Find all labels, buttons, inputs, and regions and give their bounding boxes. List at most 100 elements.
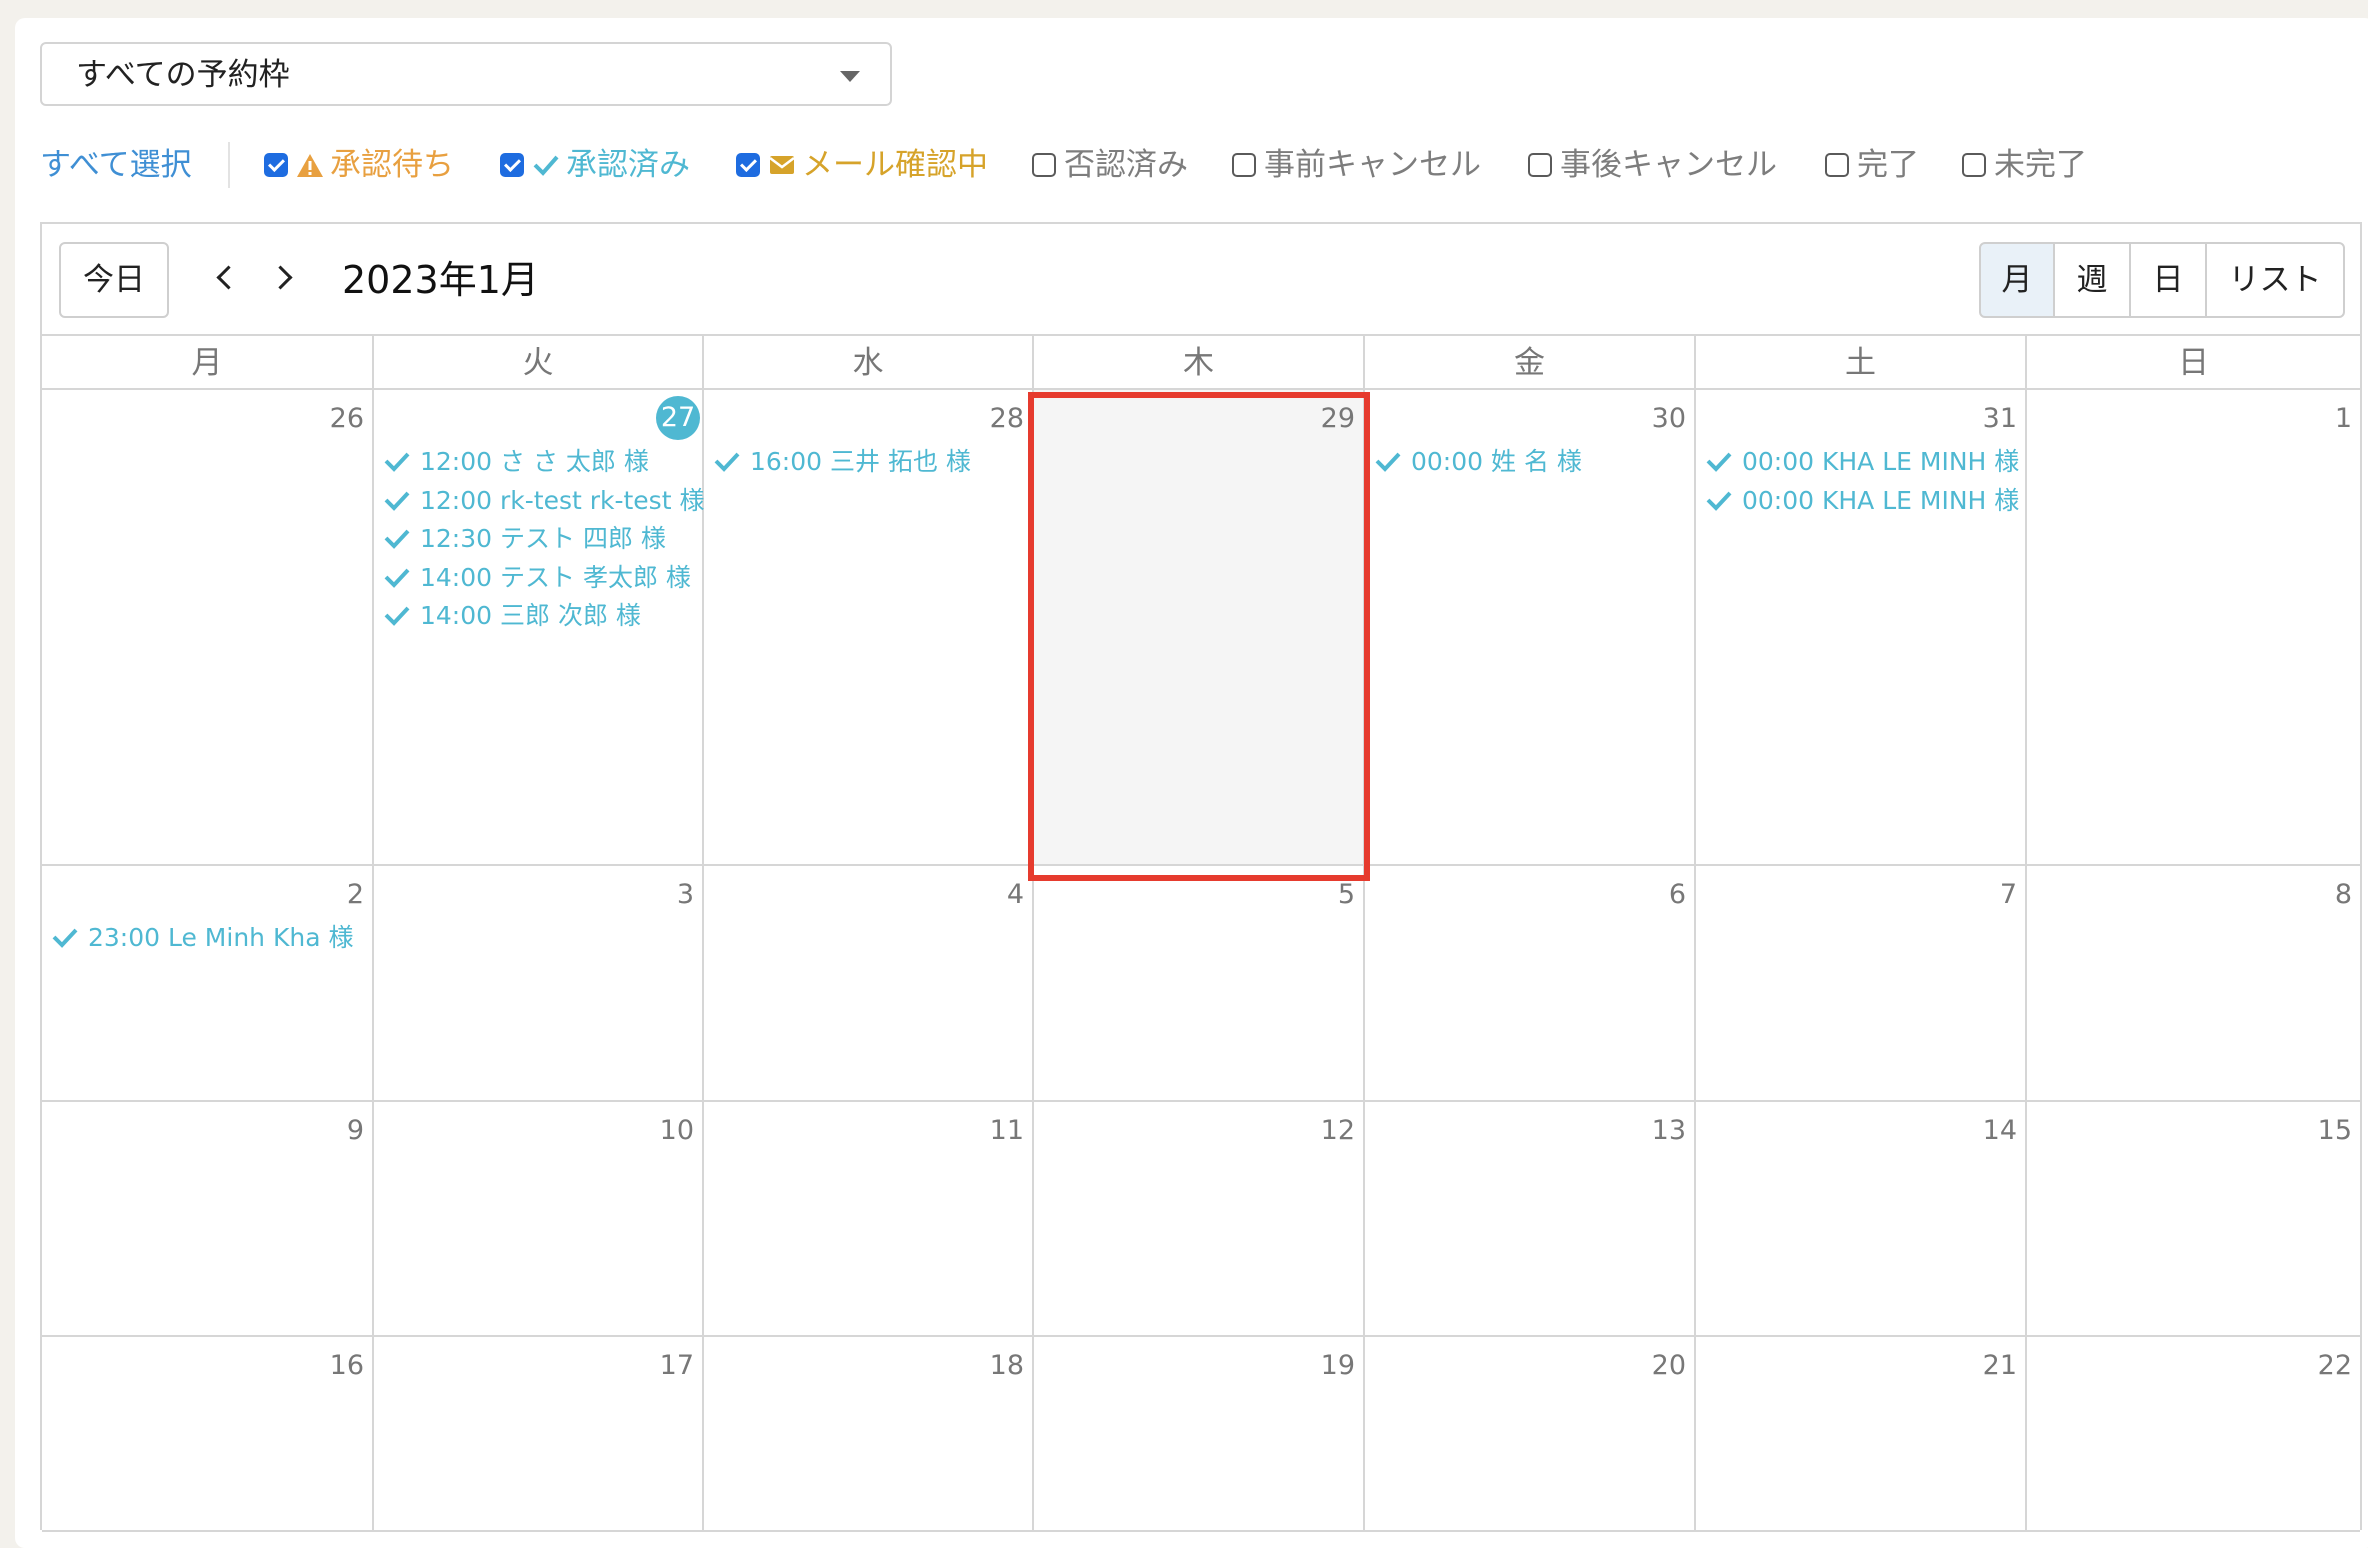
day-number[interactable]: 31 <box>1983 402 2017 436</box>
calendar-event[interactable]: 00:00 KHA LE MINH 様 <box>1704 483 2019 519</box>
day-cell[interactable]: 21 <box>1696 1337 2027 1532</box>
day-number[interactable]: 14 <box>1983 1114 2017 1148</box>
day-cell[interactable]: 16 <box>42 1337 374 1532</box>
day-number[interactable]: 26 <box>330 402 364 436</box>
day-number[interactable]: 15 <box>2318 1114 2352 1148</box>
day-number[interactable]: 12 <box>1321 1114 1355 1148</box>
day-number[interactable]: 7 <box>2000 878 2017 912</box>
calendar-event[interactable]: 12:30 テスト 四郎 様 <box>382 521 666 557</box>
day-cell[interactable]: 17 <box>374 1337 704 1532</box>
filter-pre-cancel[interactable]: 事前キャンセル <box>1232 140 1492 190</box>
day-cell[interactable]: 4 <box>704 866 1034 1102</box>
day-cell[interactable]: 9 <box>42 1102 374 1337</box>
day-number[interactable]: 30 <box>1652 402 1686 436</box>
day-cell[interactable]: 14 <box>1696 1102 2027 1337</box>
filter-post-cancel-checkbox[interactable] <box>1528 153 1552 177</box>
event-label: 14:00 テスト 孝太郎 様 <box>420 562 691 592</box>
filter-rejected-checkbox[interactable] <box>1032 153 1056 177</box>
day-cell[interactable]: 31 00:00 KHA LE MINH 様 00:00 KHA LE MINH 様 <box>1696 390 2027 866</box>
day-number[interactable]: 4 <box>1007 878 1024 912</box>
filter-mail-confirming-label: メール確認中 <box>802 147 988 183</box>
check-icon <box>50 922 80 952</box>
day-cell[interactable]: 26 <box>42 390 374 866</box>
weekday-label: 水 <box>704 336 1034 390</box>
select-all-link[interactable]: すべて選択 <box>40 140 192 190</box>
day-cell[interactable]: 15 <box>2027 1102 2360 1337</box>
day-cell[interactable]: 7 <box>1696 866 2027 1102</box>
today-day-number[interactable]: 27 <box>656 396 700 440</box>
day-cell[interactable]: 22 <box>2027 1337 2360 1532</box>
day-cell[interactable]: 12 <box>1034 1102 1365 1337</box>
day-cell[interactable]: 10 <box>374 1102 704 1337</box>
day-number[interactable]: 28 <box>990 402 1024 436</box>
day-number[interactable]: 20 <box>1652 1349 1686 1383</box>
day-cell[interactable]: 18 <box>704 1337 1034 1532</box>
view-month-button[interactable]: 月 <box>1979 242 2055 318</box>
day-cell[interactable]: 5 <box>1034 866 1365 1102</box>
prev-month-icon[interactable] <box>205 249 245 309</box>
day-cell[interactable]: 13 <box>1365 1102 1696 1337</box>
filter-mail-confirming[interactable]: メール確認中 <box>736 140 1036 190</box>
day-cell[interactable]: 2 23:00 Le Minh Kha 様 <box>42 866 374 1102</box>
today-button[interactable]: 今日 <box>59 242 169 318</box>
event-label: 14:00 三郎 次郎 様 <box>420 601 641 630</box>
day-number[interactable]: 1 <box>2335 402 2352 436</box>
filter-completed-checkbox[interactable] <box>1825 153 1849 177</box>
filter-rejected[interactable]: 否認済み <box>1032 140 1212 190</box>
filter-completed[interactable]: 完了 <box>1825 140 1935 190</box>
filter-pending[interactable]: 承認待ち <box>264 140 504 190</box>
day-cell[interactable]: 1 <box>2027 390 2360 866</box>
calendar-event[interactable]: 14:00 テスト 孝太郎 様 <box>382 560 691 596</box>
day-cell[interactable]: 11 <box>704 1102 1034 1337</box>
filter-pre-cancel-checkbox[interactable] <box>1232 153 1256 177</box>
event-label: 00:00 姓 名 様 <box>1411 447 1582 476</box>
view-list-button[interactable]: リスト <box>2205 242 2345 318</box>
day-number[interactable]: 9 <box>347 1114 364 1148</box>
filter-incomplete-checkbox[interactable] <box>1962 153 1986 177</box>
day-cell[interactable]: 19 <box>1034 1337 1365 1532</box>
next-month-icon[interactable] <box>264 249 304 309</box>
filter-pending-checkbox[interactable] <box>264 153 288 177</box>
filter-rejected-label: 否認済み <box>1064 147 1188 183</box>
day-number[interactable]: 21 <box>1983 1349 2017 1383</box>
view-week-button[interactable]: 週 <box>2053 242 2131 318</box>
event-label: 00:00 KHA LE MINH 様 <box>1742 447 2020 476</box>
day-number[interactable]: 19 <box>1321 1349 1355 1383</box>
filter-mail-confirming-checkbox[interactable] <box>736 153 760 177</box>
day-number[interactable]: 18 <box>990 1349 1024 1383</box>
day-number[interactable]: 22 <box>2318 1349 2352 1383</box>
weekday-label: 金 <box>1365 336 1696 390</box>
calendar-event[interactable]: 14:00 三郎 次郎 様 <box>382 598 641 634</box>
filter-incomplete-label: 未完了 <box>1994 147 2087 183</box>
weekday-label: 月 <box>42 336 374 390</box>
day-cell[interactable]: 27 12:00 さ さ 太郎 様 12:00 rk-test rk-test 様 1… <box>374 390 704 866</box>
day-number[interactable]: 17 <box>660 1349 694 1383</box>
day-number[interactable]: 11 <box>990 1114 1024 1148</box>
day-number[interactable]: 3 <box>677 878 694 912</box>
day-number[interactable]: 10 <box>660 1114 694 1148</box>
day-number[interactable]: 8 <box>2335 878 2352 912</box>
slot-select-dropdown[interactable]: すべての予約枠 <box>40 42 892 106</box>
filter-incomplete[interactable]: 未完了 <box>1962 140 2102 190</box>
day-number[interactable]: 2 <box>347 878 364 912</box>
day-cell[interactable]: 3 <box>374 866 704 1102</box>
filter-approved-checkbox[interactable] <box>500 153 524 177</box>
filter-post-cancel[interactable]: 事後キャンセル <box>1528 140 1788 190</box>
view-day-button[interactable]: 日 <box>2129 242 2207 318</box>
calendar-event[interactable]: 23:00 Le Minh Kha 様 <box>50 920 353 956</box>
day-number[interactable]: 5 <box>1338 878 1355 912</box>
calendar-event[interactable]: 12:00 rk-test rk-test 様 <box>382 483 704 519</box>
day-cell[interactable]: 28 16:00 三井 拓也 様 <box>704 390 1034 866</box>
calendar-event[interactable]: 00:00 KHA LE MINH 様 <box>1704 444 2019 480</box>
day-cell[interactable]: 30 00:00 姓 名 様 <box>1365 390 1696 866</box>
day-number[interactable]: 13 <box>1652 1114 1686 1148</box>
filter-approved[interactable]: 承認済み <box>500 140 740 190</box>
calendar-event[interactable]: 16:00 三井 拓也 様 <box>712 444 971 480</box>
day-number[interactable]: 16 <box>330 1349 364 1383</box>
day-cell[interactable]: 6 <box>1365 866 1696 1102</box>
day-cell[interactable]: 20 <box>1365 1337 1696 1532</box>
day-cell[interactable]: 8 <box>2027 866 2360 1102</box>
calendar-event[interactable]: 00:00 姓 名 様 <box>1373 444 1582 480</box>
calendar-event[interactable]: 12:00 さ さ 太郎 様 <box>382 444 649 480</box>
day-number[interactable]: 6 <box>1669 878 1686 912</box>
